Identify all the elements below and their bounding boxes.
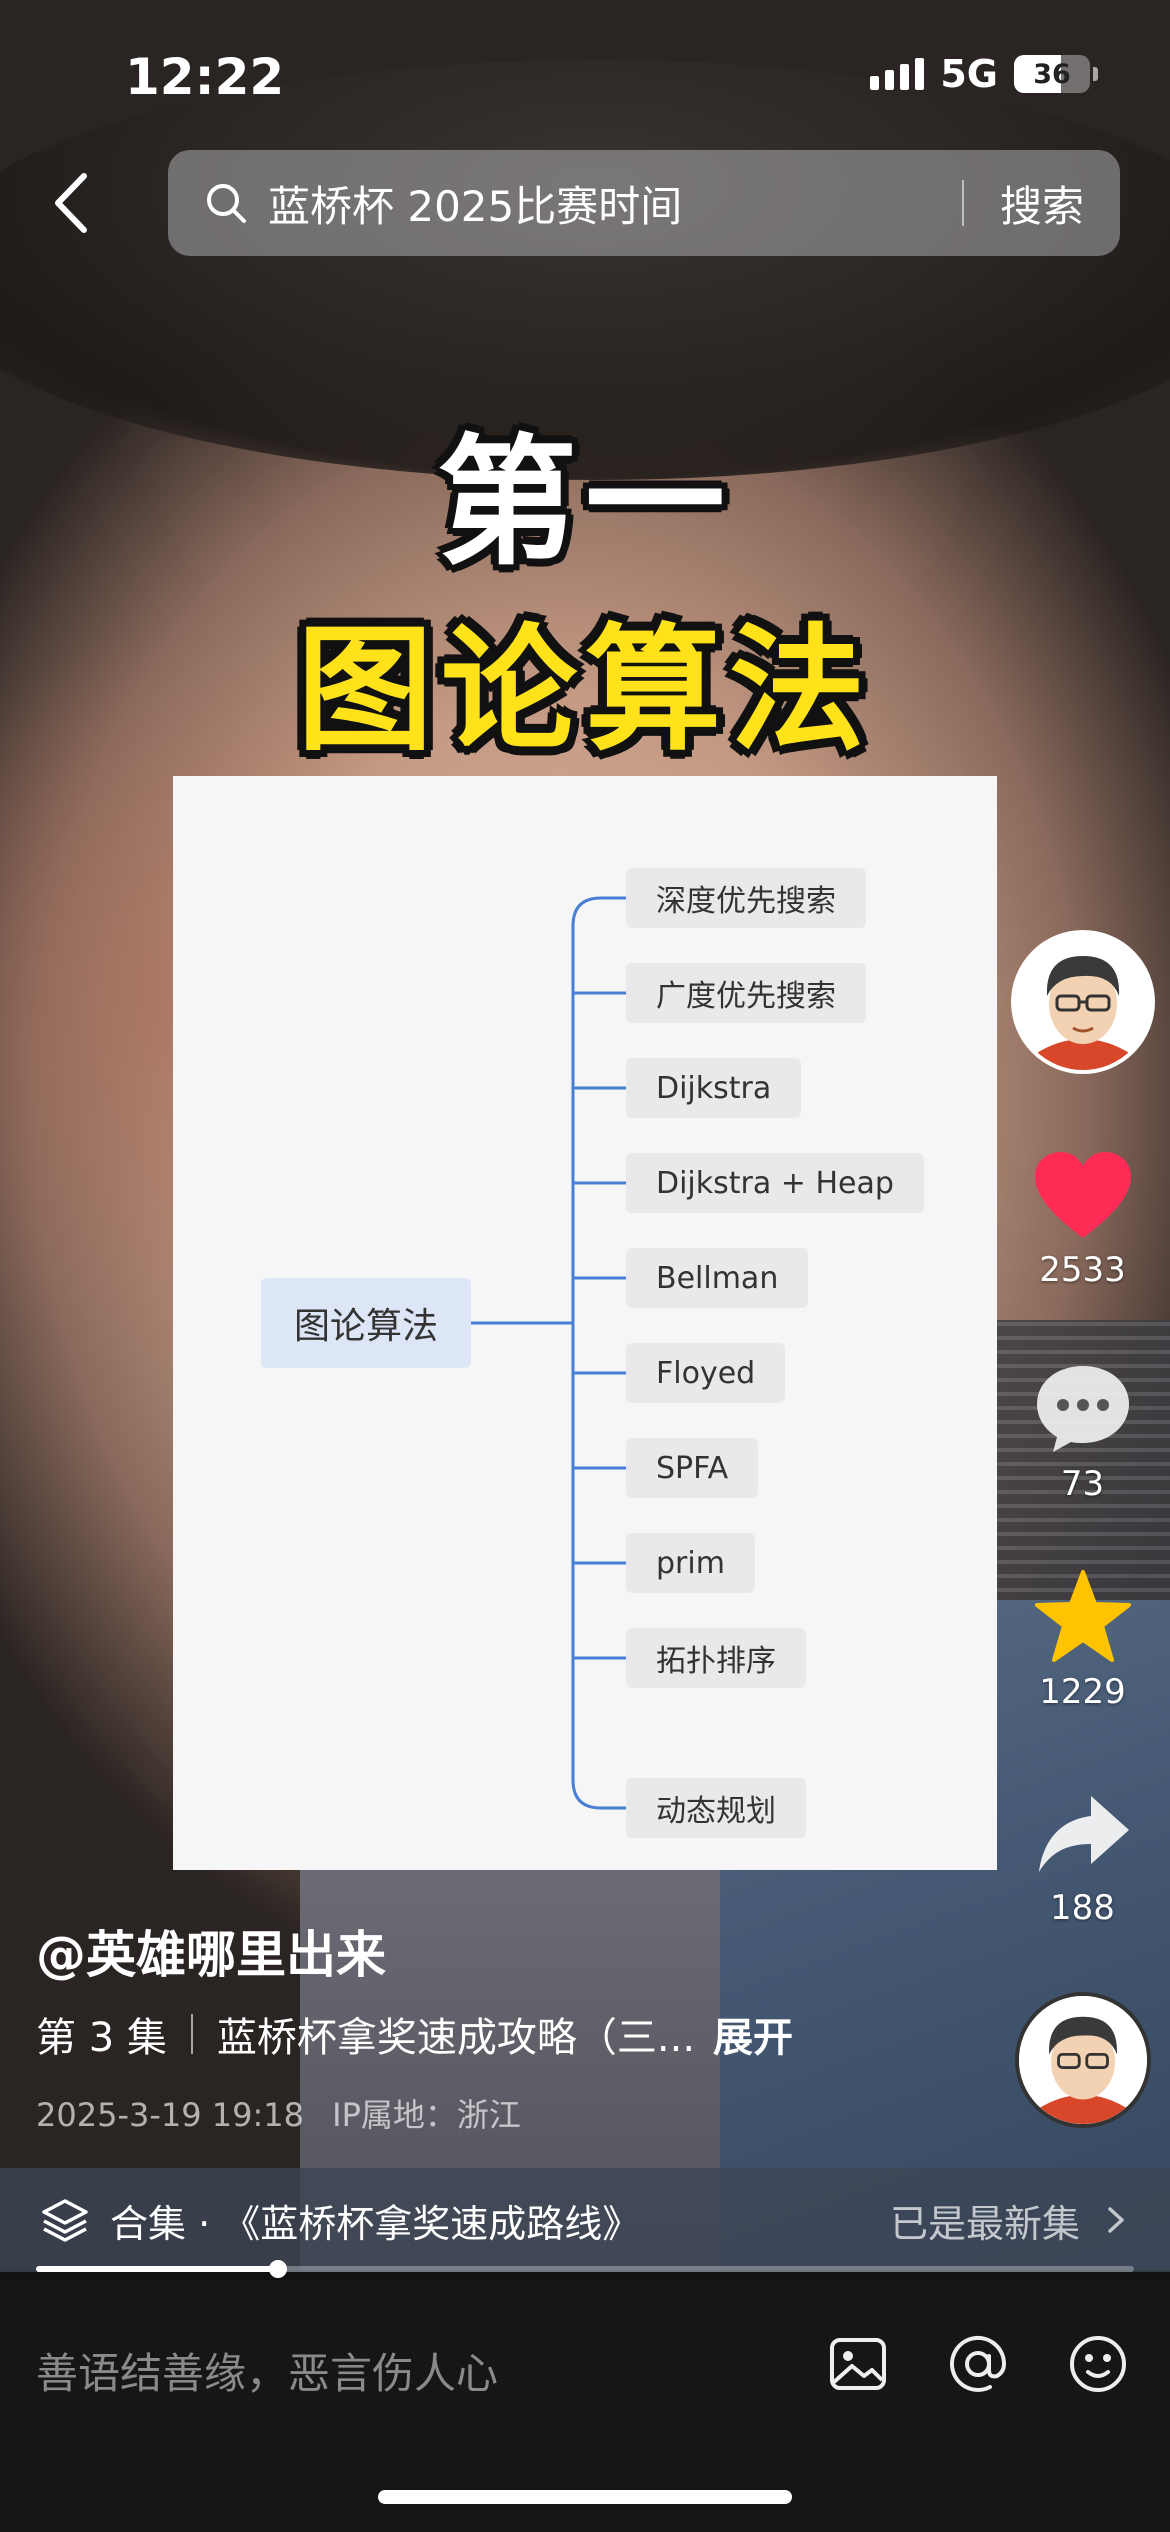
author-avatar-button[interactable] — [1010, 930, 1155, 1074]
mindmap-node: SPFA — [626, 1438, 759, 1498]
post-location: IP属地：浙江 — [332, 2096, 521, 2134]
comment-count: 73 — [1060, 1464, 1105, 1504]
comment-bubble-icon — [1036, 1366, 1129, 1452]
signal-icon — [870, 58, 925, 90]
video-caption-line1: 第一 — [436, 422, 733, 585]
music-disc-button[interactable] — [1010, 1992, 1155, 2128]
mindmap-node: Dijkstra + Heap — [626, 1153, 924, 1213]
battery-icon: 36 — [1014, 55, 1098, 93]
music-disc-avatar-icon — [1018, 1996, 1147, 2124]
search-input[interactable]: 蓝桥杯 2025比赛时间 — [268, 173, 962, 234]
emoji-icon[interactable] — [1066, 2332, 1130, 2396]
favorite-button[interactable]: 1229 — [1010, 1568, 1155, 1712]
back-arrow-icon[interactable] — [40, 168, 110, 238]
mindmap-node: 深度优先搜索 — [626, 868, 866, 928]
share-count: 188 — [1050, 1888, 1115, 1928]
mindmap-node: prim — [626, 1533, 755, 1593]
description-text: 蓝桥杯拿奖速成攻略（三... — [216, 2015, 696, 2061]
status-time: 12:22 — [125, 48, 285, 106]
expand-button[interactable]: 展开 — [713, 2005, 793, 2063]
share-arrow-icon — [1038, 1796, 1129, 1872]
chevron-right-icon — [1108, 2207, 1124, 2233]
author-name[interactable]: @英雄哪里出来 — [36, 1915, 386, 1987]
at-mention-icon[interactable] — [946, 2332, 1010, 2396]
comment-button[interactable]: 73 — [1010, 1362, 1155, 1504]
mindmap-node: Floyed — [626, 1343, 786, 1403]
post-description[interactable]: 第 3 集 蓝桥杯拿奖速成攻略（三... 展开 — [36, 2005, 793, 2063]
music-disc — [1014, 1992, 1151, 2128]
collection-bar[interactable]: 合集 · 《蓝桥杯拿奖速成路线》 已是最新集 — [0, 2168, 1170, 2272]
search-icon — [207, 184, 246, 223]
mindmap-card: 图论算法 深度优先搜索 广度优先搜索 Dijkstra Dijkstra + H… — [173, 776, 997, 1870]
comment-input[interactable]: 善语结善缘，恶言伤人心 — [36, 2340, 498, 2401]
mindmap-node: 广度优先搜索 — [626, 963, 866, 1023]
episode-label: 第 3 集 — [36, 2015, 167, 2061]
star-icon — [1034, 1570, 1131, 1662]
status-indicators: 5G 36 — [870, 52, 1098, 96]
search-button[interactable]: 搜索 — [964, 173, 1120, 234]
home-indicator[interactable] — [378, 2490, 792, 2504]
layers-icon — [42, 2199, 88, 2242]
mindmap-node: Bellman — [626, 1248, 809, 1308]
avatar — [1010, 930, 1155, 1074]
status-bar: 12:22 5G 36 — [0, 0, 1170, 150]
image-icon[interactable] — [826, 2332, 890, 2396]
progress-fill — [36, 2266, 278, 2272]
like-count: 2533 — [1039, 1250, 1126, 1290]
like-button[interactable]: 2533 — [1010, 1150, 1155, 1290]
mindmap-node: 动态规划 — [626, 1778, 806, 1838]
share-button[interactable]: 188 — [1010, 1790, 1155, 1928]
post-date: 2025-3-19 19:18 — [36, 2096, 304, 2134]
search-bar[interactable]: 蓝桥杯 2025比赛时间 搜索 — [168, 150, 1120, 256]
mindmap-node: 拓扑排序 — [626, 1628, 806, 1688]
video-caption-line2: 图论算法 — [297, 612, 873, 770]
post-meta: 2025-3-19 19:18 IP属地：浙江 — [36, 2090, 521, 2136]
favorite-count: 1229 — [1039, 1672, 1126, 1712]
mindmap-node: Dijkstra — [626, 1058, 802, 1118]
video-progress-bar[interactable] — [36, 2260, 1134, 2278]
collection-status: 已是最新集 — [889, 2201, 1080, 2246]
network-type: 5G — [940, 52, 998, 96]
mindmap-root-node: 图论算法 — [261, 1278, 471, 1368]
battery-level: 36 — [1033, 58, 1071, 90]
heart-icon — [1034, 1152, 1131, 1238]
desc-divider — [190, 2014, 193, 2054]
collection-title: 合集 · 《蓝桥杯拿奖速成路线》 — [110, 2201, 641, 2246]
progress-knob[interactable] — [268, 2260, 287, 2278]
cartoon-avatar-icon — [1014, 934, 1151, 1070]
